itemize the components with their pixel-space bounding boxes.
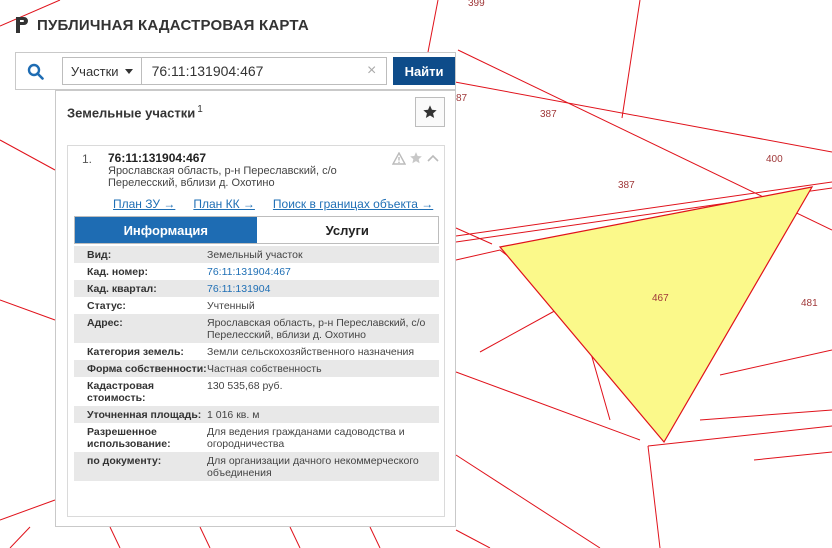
app-header: ПУБЛИЧНАЯ КАДАСТРОВАЯ КАРТА — [15, 16, 309, 34]
search-type-select[interactable]: Участки — [61, 57, 142, 85]
info-value: Для ведения гражданами садоводства и ого… — [207, 426, 405, 450]
parcel-boundary — [109, 526, 121, 548]
info-value[interactable]: 76:11:131904:467 — [207, 266, 435, 278]
info-key: Статус: — [87, 300, 126, 312]
find-button[interactable]: Найти — [393, 57, 455, 85]
tab-services[interactable]: Услуги — [256, 217, 438, 243]
pkk-logo-icon — [16, 17, 28, 33]
plot-label-87: 87 — [456, 93, 468, 104]
parcel-boundary — [0, 299, 56, 321]
warning-icon[interactable] — [392, 151, 406, 165]
result-number: 1. — [82, 152, 93, 166]
plan-zu-link[interactable]: План ЗУ → — [113, 197, 175, 211]
search-bar: Участки × Найти — [15, 52, 456, 90]
info-key: Категория земель: — [87, 346, 184, 358]
results-panel: Земельные участки 1 1. 76:11:131904:467 Я… — [55, 90, 456, 527]
parcel-boundary — [427, 0, 439, 53]
result-links: План ЗУ → План КК → Поиск в границах объ… — [113, 197, 444, 211]
parcel-boundary — [0, 499, 56, 521]
info-value: Земли сельскохозяйственного назначения — [207, 346, 415, 358]
info-row: Форма собственности: Частная собственност… — [74, 360, 439, 377]
result-count: 1 — [197, 103, 203, 115]
parcel-boundary — [455, 529, 491, 548]
info-row: Разрешенное использование: Для ведения гр… — [74, 423, 439, 452]
plot-label-387: 387 — [618, 180, 635, 191]
parcel-boundary — [719, 349, 832, 376]
parcel-boundary — [699, 409, 832, 421]
info-value: Частная собственность — [207, 363, 322, 375]
info-key: по документу: — [87, 455, 162, 467]
plot-label-400: 400 — [766, 154, 783, 165]
info-value: 130 535,68 руб. — [207, 380, 283, 392]
parcel-boundary — [647, 425, 832, 447]
result-tabs: Информация Услуги — [74, 216, 439, 244]
info-key: Вид: — [87, 249, 112, 261]
result-tools — [392, 151, 440, 165]
info-row: Кадастровая стоимость: 130 535,68 руб. — [74, 377, 439, 406]
parcel-boundary — [479, 307, 561, 353]
plot-label-467: 467 — [652, 293, 669, 304]
panel-title-text: Земельные участки — [67, 105, 196, 121]
info-row: по документу: Для организации дачного нек… — [74, 452, 439, 481]
plot-label-399: 399 — [468, 0, 485, 9]
parcel-boundary — [199, 526, 211, 548]
result-item: 1. 76:11:131904:467 Ярославская область,… — [67, 145, 445, 517]
star-icon — [423, 105, 437, 118]
favorites-button[interactable] — [415, 97, 445, 127]
result-address: Ярославская область, р-н Переславский, с… — [108, 165, 337, 189]
info-key: Разрешенное использование: — [87, 426, 171, 450]
plot-label-481: 481 — [801, 298, 818, 309]
info-table: Вид: Земельный участок Кад. номер: 76:11:13… — [74, 246, 439, 481]
info-row: Адрес: Ярославская область, р-н Переславс… — [74, 314, 439, 343]
parcel-boundary — [9, 526, 31, 548]
info-key: Кад. номер: — [87, 266, 149, 278]
parcel-boundary — [621, 0, 641, 119]
parcel-boundary — [455, 371, 641, 441]
panel-title: Земельные участки 1 — [67, 104, 203, 120]
search-input[interactable] — [141, 57, 388, 85]
info-value: Учтенный — [207, 300, 255, 312]
parcel-boundary — [454, 81, 832, 153]
parcel-boundary — [455, 454, 601, 548]
info-value[interactable]: 76:11:131904 — [207, 283, 435, 295]
star-outline-icon[interactable] — [409, 151, 423, 165]
clear-icon[interactable]: × — [367, 62, 376, 80]
search-type-label: Участки — [70, 63, 119, 79]
parcel-boundary — [0, 139, 56, 171]
info-value: Земельный участок — [207, 249, 303, 261]
info-row: Уточненная площадь: 1 016 кв. м — [74, 406, 439, 423]
search-bounds-link[interactable]: Поиск в границах объекта → — [273, 197, 433, 211]
parcel-boundary — [369, 526, 381, 548]
parcel-boundary — [289, 526, 301, 548]
info-row: Вид: Земельный участок — [74, 246, 439, 263]
tab-info[interactable]: Информация — [75, 217, 257, 243]
info-row: Кад. номер: 76:11:131904:467 — [74, 263, 439, 280]
info-key: Форма собственности: — [87, 363, 207, 375]
parcel-boundary — [647, 445, 661, 548]
info-key: Кад. квартал: — [87, 283, 157, 295]
chevron-down-icon — [124, 68, 133, 74]
search-icon[interactable] — [16, 53, 56, 89]
info-key: Кадастровая стоимость: — [87, 380, 154, 404]
info-row: Кад. квартал: 76:11:131904 — [74, 280, 439, 297]
info-value: Для организации дачного некоммерческого … — [207, 455, 419, 479]
info-row: Категория земель: Земли сельскохозяйствен… — [74, 343, 439, 360]
plan-kk-link[interactable]: План КК → — [193, 197, 255, 211]
result-header: 1. 76:11:131904:467 Ярославская область,… — [68, 146, 444, 211]
app-title: ПУБЛИЧНАЯ КАДАСТРОВАЯ КАРТА — [37, 16, 309, 34]
parcel-boundary — [753, 451, 832, 461]
chevron-up-icon[interactable] — [426, 153, 440, 163]
info-key: Адрес: — [87, 317, 123, 329]
info-key: Уточненная площадь: — [87, 409, 202, 421]
plot-label-387: 387 — [540, 109, 557, 120]
info-value: Ярославская область, р-н Переславский, с… — [207, 317, 426, 341]
info-value: 1 016 кв. м — [207, 409, 260, 421]
info-row: Статус: Учтенный — [74, 297, 439, 314]
selected-parcel-467[interactable] — [498, 186, 814, 444]
panel-header: Земельные участки 1 — [56, 91, 455, 133]
